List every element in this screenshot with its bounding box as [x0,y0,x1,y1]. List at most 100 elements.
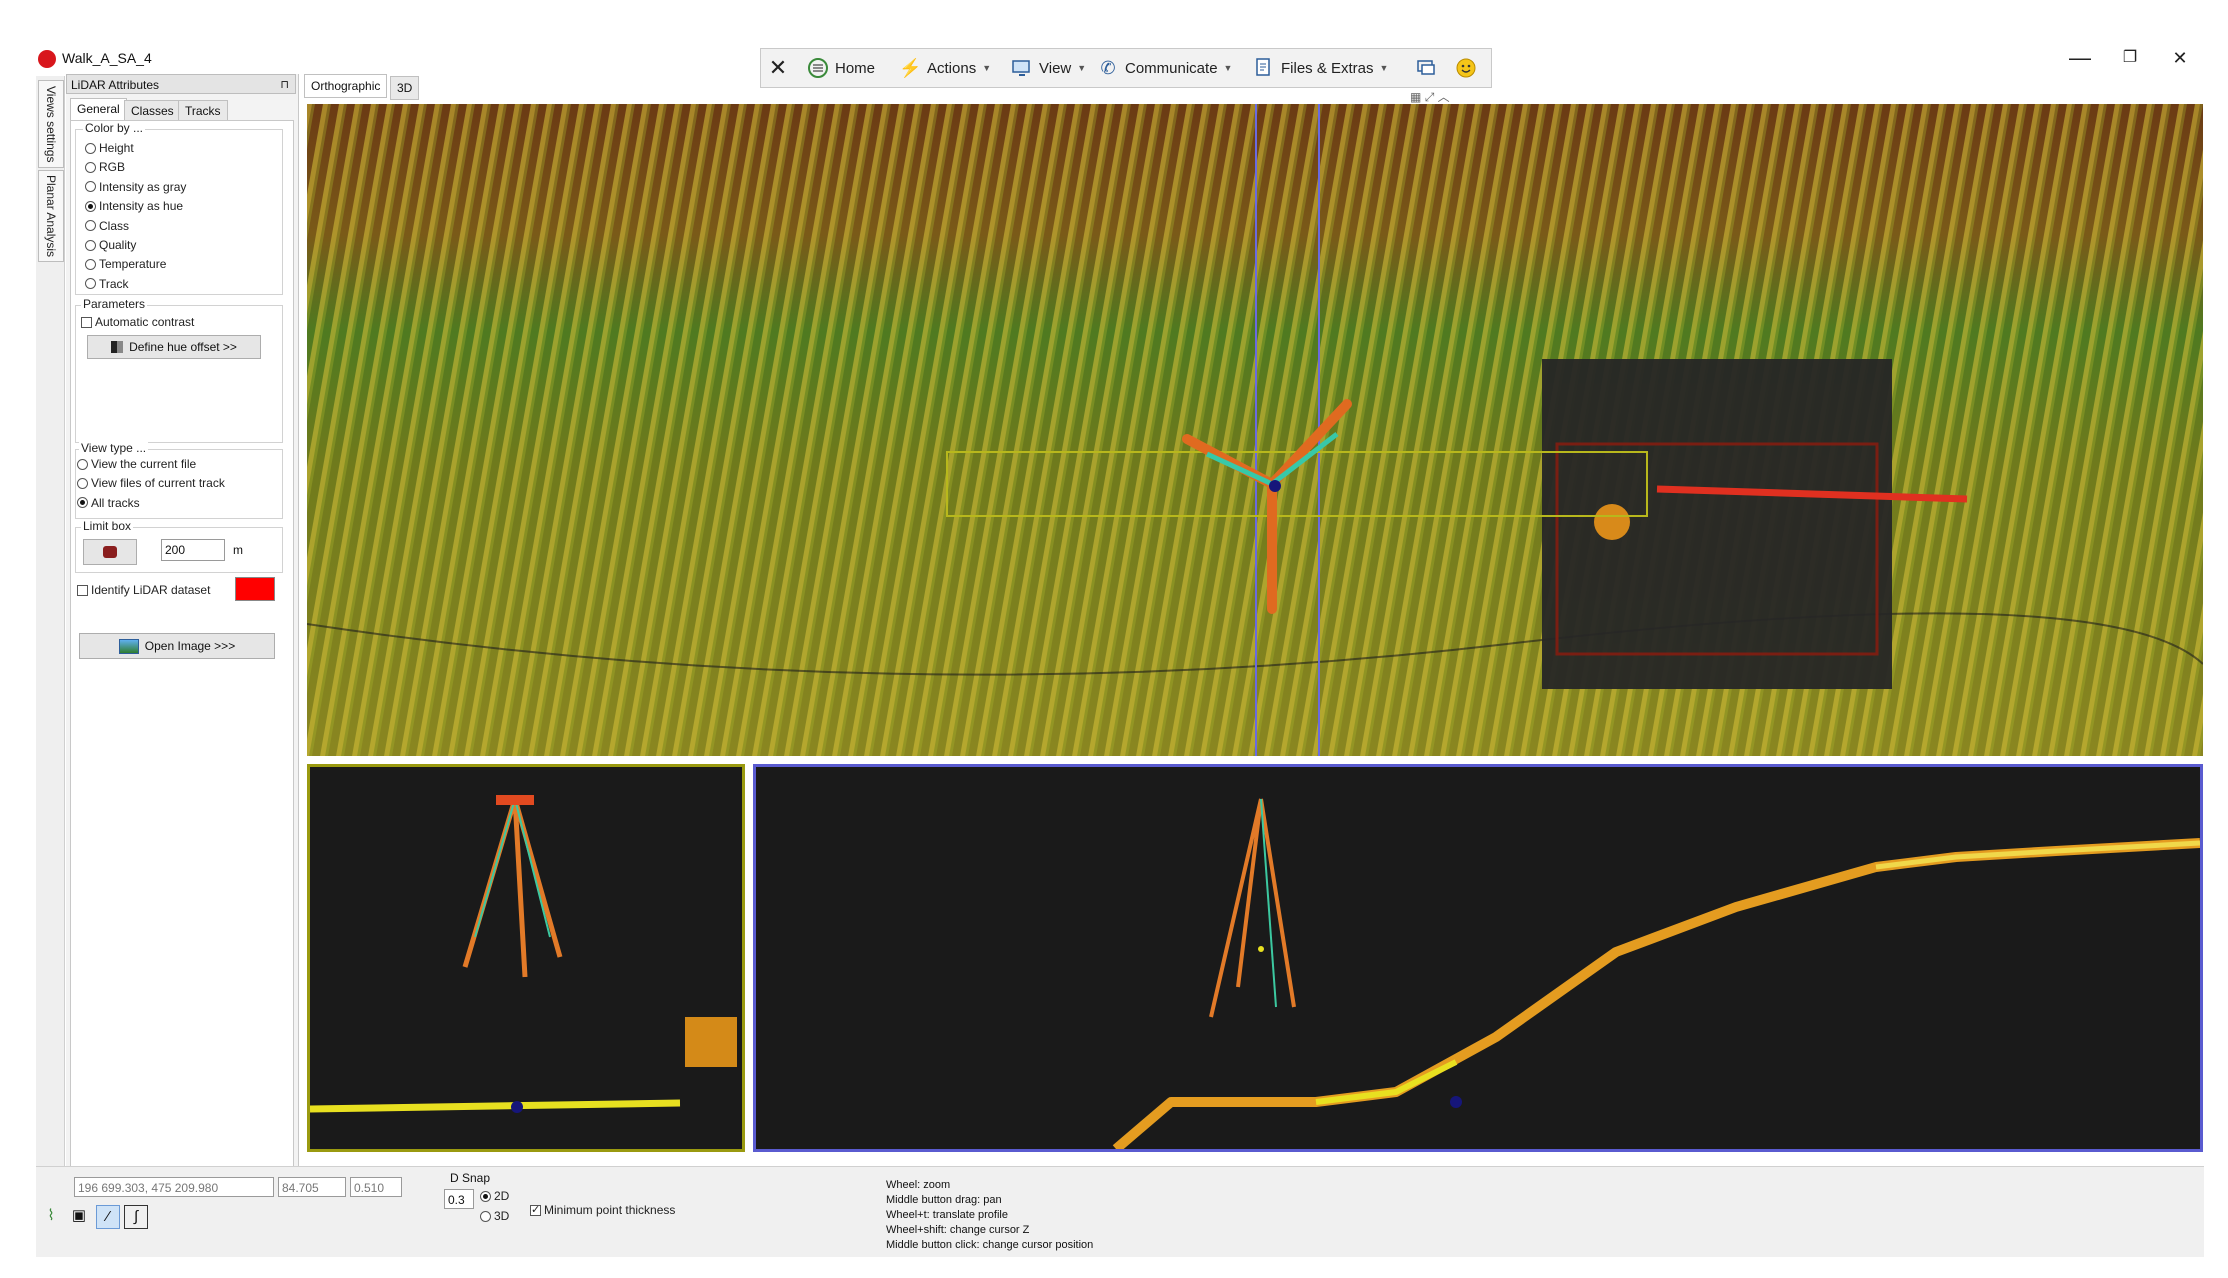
grid-icon[interactable]: ▦ [1410,90,1421,104]
checkbox-icon [81,316,92,328]
tab-planar-analysis[interactable]: Planar Analysis [38,170,64,262]
expand-icon[interactable]: ⤢ [1425,90,1435,104]
radio-icon [85,161,96,173]
chevron-down-icon: ▼ [1077,63,1087,73]
actions-menu[interactable]: ⚡ Actions ▼ [899,55,991,81]
profile-right-canvas [756,767,2200,1149]
main-toolbar: ✕ Home ⚡ Actions ▼ View ▼ ✆ Communicate … [760,48,1492,88]
image-icon [118,638,139,654]
files-extras-label: Files & Extras [1281,59,1374,77]
color-by-option-radio[interactable]: Temperature [85,257,166,271]
tab-classes[interactable]: Classes [124,100,181,121]
color-by-label: Color by ... [83,121,146,135]
communicate-label: Communicate [1125,59,1218,77]
radio-icon [85,239,96,251]
tab-general[interactable]: General [70,98,127,121]
color-by-option-radio[interactable]: Height [85,141,134,155]
tab-tracks[interactable]: Tracks [178,100,228,121]
files-extras-menu[interactable]: Files & Extras ▼ [1253,55,1388,81]
color-by-option-radio[interactable]: Intensity as hue [85,199,183,213]
measure-tool-icon[interactable]: ▣ [68,1205,90,1227]
parameters-label: Parameters [81,297,148,311]
close-window-button[interactable]: ✕ [2160,44,2200,72]
mode-3d-label: 3D [494,1209,510,1223]
color-by-option-radio[interactable]: Class [85,219,129,233]
communicate-menu[interactable]: ✆ Communicate ▼ [1097,55,1232,81]
identify-lidar-label: Identify LiDAR dataset [91,583,211,597]
home-label: Home [835,59,876,77]
view-menu[interactable]: View ▼ [1011,55,1086,81]
select-tool-icon[interactable]: ∫ [124,1205,148,1229]
screen-icon [1415,57,1437,79]
limit-box-label: Limit box [81,519,134,533]
open-image-button[interactable]: Open Image >>> [79,633,275,659]
checkbox-icon [530,1203,541,1216]
view-type-option-label: View files of current track [91,476,225,491]
chevron-down-icon: ▼ [982,63,992,73]
limit-box-input[interactable]: 200 [161,539,225,561]
min-point-thickness-checkbox[interactable]: Minimum point thickness [530,1203,675,1217]
tab-orthographic[interactable]: Orthographic [304,74,388,98]
color-by-option-radio[interactable]: Track [85,277,129,291]
smiley-icon [1455,57,1477,79]
tab-3d[interactable]: 3D [390,76,420,100]
home-button[interactable]: Home [807,55,875,81]
radio-icon [85,220,96,232]
profile-view-right[interactable] [753,764,2203,1152]
view-type-option-label: All tracks [91,495,140,510]
color-by-option-radio[interactable]: Intensity as gray [85,180,186,194]
checkbox-icon [77,584,88,596]
screen-share-button[interactable] [1415,55,1437,81]
help-line: Middle button drag: pan [886,1194,1002,1206]
files-icon [1253,57,1275,79]
chevron-up-icon[interactable]: ︿ [1438,90,1450,104]
tab-views-settings[interactable]: Views settings [38,80,64,168]
lidar-attributes-panel: LiDAR Attributes ⊓ General Classes Track… [66,74,299,1176]
point-cloud-canvas [307,104,2203,756]
define-hue-offset-button[interactable]: Define hue offset >> [87,335,261,359]
profile-tool-icon[interactable]: ⁄ [96,1205,120,1229]
pin-icon[interactable]: ⊓ [280,75,289,95]
view-type-option-label: View the current file [91,457,197,471]
d-snap-input[interactable]: 0.3 [444,1189,474,1209]
mode-2d-radio[interactable]: 2D [480,1189,509,1203]
view-label: View [1039,59,1072,77]
profile-left-canvas [310,767,742,1149]
mode-3d-radio[interactable]: 3D [480,1209,509,1223]
coordinates-field: 196 699.303, 475 209.980 [74,1177,274,1197]
radio-icon [85,200,96,212]
view-type-option-radio[interactable]: View the current file [77,457,196,471]
status-bar: 196 699.303, 475 209.980 84.705 0.510 ⌇ … [36,1166,2204,1257]
minimize-button[interactable]: — [2060,44,2100,72]
radio-icon [480,1210,491,1222]
limit-box-icon [103,546,117,558]
help-line: Wheel+t: translate profile [886,1209,1008,1221]
radio-icon [480,1190,491,1202]
color-by-option-label: Temperature [99,257,167,272]
profile-view-left[interactable] [307,764,745,1152]
color-by-option-radio[interactable]: RGB [85,160,125,174]
restore-button[interactable]: ❐ [2110,44,2150,72]
color-by-option-label: Intensity as gray [99,179,187,194]
color-by-option-label: Track [99,276,129,291]
min-point-thickness-label: Minimum point thickness [544,1203,676,1217]
view-type-option-radio[interactable]: All tracks [77,496,140,510]
orthographic-view[interactable] [307,104,2203,756]
toolbar-close-button[interactable]: ✕ [767,55,789,81]
help-line: Wheel+shift: change cursor Z [886,1224,1030,1236]
pointer-tool-icon[interactable]: ⌇ [40,1205,62,1227]
actions-label: Actions [927,59,977,77]
automatic-contrast-checkbox[interactable]: Automatic contrast [81,315,194,329]
radio-icon [77,497,88,509]
limit-box-color-button[interactable] [83,539,137,565]
smiley-button[interactable] [1455,55,1477,81]
panel-body: Color by ... Parameters Automatic contra… [70,120,294,1176]
color-by-option-radio[interactable]: Quality [85,238,136,252]
identify-color-swatch[interactable] [235,577,275,601]
view-type-option-radio[interactable]: View files of current track [77,476,225,490]
app-logo-icon [38,50,56,68]
identify-lidar-checkbox[interactable]: Identify LiDAR dataset [77,583,210,597]
radio-icon [85,142,96,154]
palette-icon [111,341,124,353]
chevron-down-icon: ▼ [1379,63,1389,73]
